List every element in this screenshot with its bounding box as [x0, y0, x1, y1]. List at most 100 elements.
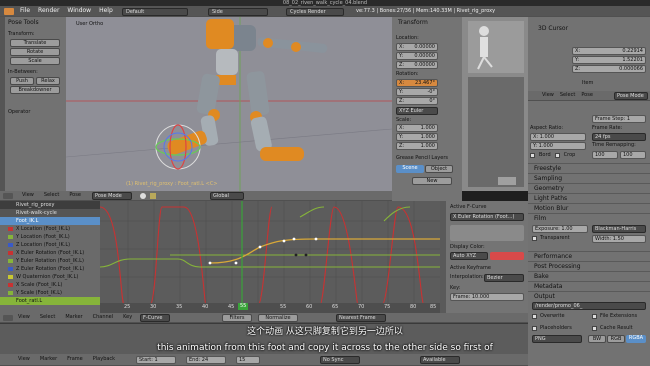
menu-view[interactable]: View [18, 356, 30, 363]
current-frame-badge[interactable]: 55 [238, 303, 249, 310]
channel-row-selected[interactable]: Foot_ratl.L [0, 297, 100, 305]
editor-type-icon[interactable] [3, 315, 13, 321]
panel-metadata[interactable]: Metadata [528, 281, 650, 291]
cursor-x-field[interactable]: X: 0.22914 [572, 47, 646, 55]
color-swatch[interactable] [490, 252, 524, 260]
mode-selector[interactable]: Pose Mode [614, 92, 648, 100]
frame-step-field[interactable]: Frame Step: 1 [592, 115, 646, 123]
rot-z-field[interactable]: Z: 0° [396, 97, 438, 105]
editor-type-icon[interactable] [4, 8, 14, 15]
loc-x-field[interactable]: X: 0.00000 [396, 43, 438, 51]
pivot-icon[interactable] [150, 193, 156, 199]
channel-row[interactable]: X Location (Foot_IK.L) [0, 225, 100, 233]
menu-playback[interactable]: Playback [93, 356, 115, 363]
breakdowner-button[interactable]: Breakdowner [10, 86, 60, 94]
channel-object[interactable]: Rivet_rig_proxy [0, 201, 100, 209]
panel-light-paths[interactable]: Light Paths [528, 193, 650, 203]
overwrite-checkbox[interactable] [532, 314, 537, 319]
render-engine-selector[interactable]: Cycles Render [286, 8, 344, 16]
panel-motion-blur[interactable]: Motion Blur [528, 203, 650, 213]
time-new-field[interactable]: 100 [620, 151, 646, 159]
channel-action[interactable]: Rivet-walk-cycle [0, 209, 100, 217]
menu-key[interactable]: Key [123, 314, 132, 321]
menu-view[interactable]: View [22, 192, 34, 199]
rotate-button[interactable]: Rotate [10, 48, 60, 56]
transparent-checkbox[interactable] [532, 236, 537, 241]
graph-area[interactable]: 25 30 35 40 45 55 55 60 65 70 75 80 85 [100, 201, 440, 313]
filters-button[interactable]: Filters [222, 314, 252, 322]
filter-select[interactable]: Blackman-Harris [592, 225, 646, 233]
new-button[interactable]: New [412, 177, 452, 185]
panel-post-processing[interactable]: Post Processing [528, 261, 650, 271]
menu-pose[interactable]: Pose [69, 192, 81, 199]
channel-row[interactable]: Z Euler Rotation (Foot_IK.L) [0, 265, 100, 273]
channel-row[interactable]: X Scale (Foot_IK.L) [0, 281, 100, 289]
frame-field[interactable]: Frame: 10.000 [450, 293, 524, 301]
panel-performance[interactable]: Performance [528, 251, 650, 261]
end-field[interactable]: End: 24 [186, 356, 226, 364]
color-mode-select[interactable]: Auto XYZ [450, 252, 488, 260]
rot-x-field[interactable]: X: 23.467° [396, 79, 438, 87]
channel-group[interactable]: Foot_IK.L [0, 217, 100, 225]
channel-row[interactable]: Y Location (Foot_IK.L) [0, 233, 100, 241]
normalize-button[interactable]: Normalize [258, 314, 298, 322]
output-path-field[interactable]: /render/promo_06_ [532, 302, 646, 310]
fcurve-name-field[interactable]: X Euler Rotation (Foot...) [450, 213, 524, 221]
keying-set-select[interactable]: Available [420, 356, 460, 364]
scale-button[interactable]: Scale [10, 57, 60, 65]
rotation-mode-select[interactable]: XYZ Euler [396, 107, 438, 115]
channel-row[interactable]: W Quaternion (Foot_IK.L) [0, 273, 100, 281]
menu-select[interactable]: Select [44, 192, 59, 199]
graph-mode-select[interactable]: F-Curve [140, 314, 170, 322]
menu-view[interactable]: View [18, 314, 30, 321]
menu-view[interactable]: View [542, 92, 554, 99]
mode-selector[interactable]: Pose Mode [92, 192, 132, 200]
orientation-selector[interactable]: Global [210, 192, 244, 200]
channel-row[interactable]: Y Scale (Foot_IK.L) [0, 289, 100, 297]
menu-select[interactable]: Select [40, 314, 55, 321]
frame-ruler[interactable]: 25 30 35 40 45 55 55 60 65 70 75 80 85 [100, 303, 440, 313]
relax-button[interactable]: Relax [36, 77, 60, 85]
menu-channel[interactable]: Channel [93, 314, 114, 321]
loc-y-field[interactable]: Y: 0.00000 [396, 52, 438, 60]
channel-row[interactable]: Y Euler Rotation (Foot_IK.L) [0, 257, 100, 265]
cursor-z-field[interactable]: Z: 0.000066 [572, 65, 646, 73]
panel-output[interactable]: Output [528, 291, 650, 301]
current-frame-field[interactable]: 15 [236, 356, 260, 364]
time-old-field[interactable]: 100 [592, 151, 618, 159]
crop-checkbox[interactable] [554, 153, 560, 158]
scale-x-field[interactable]: X: 1.000 [396, 124, 438, 132]
exposure-field[interactable]: Exposure: 1.00 [532, 225, 588, 233]
width-field[interactable]: Width: 1.50 [592, 235, 646, 243]
panel-geometry[interactable]: Geometry [528, 183, 650, 193]
fcurve-path-field[interactable] [450, 225, 524, 241]
aspect-x-field[interactable]: X: 1.000 [530, 133, 586, 141]
aspect-y-field[interactable]: Y: 1.000 [530, 142, 586, 150]
menu-marker[interactable]: Marker [40, 356, 57, 363]
fcurve-panel-tabs[interactable] [440, 201, 446, 313]
shelf-tabs[interactable] [0, 17, 5, 201]
menu-window[interactable]: Window [67, 7, 91, 15]
object-tab[interactable]: Object [425, 165, 453, 173]
scene-selector[interactable]: Side [208, 8, 268, 16]
border-checkbox[interactable] [530, 153, 535, 158]
panel-bake[interactable]: Bake [528, 271, 650, 281]
panel-film[interactable]: Film [528, 213, 650, 223]
layout-selector[interactable]: Default [122, 8, 188, 16]
sync-select[interactable]: No Sync [320, 356, 360, 364]
menu-pose[interactable]: Pose [581, 92, 593, 99]
translate-button[interactable]: Translate [10, 39, 60, 47]
menu-file[interactable]: File [20, 7, 30, 15]
loc-z-field[interactable]: Z: 0.00000 [396, 61, 438, 69]
scene-tab[interactable]: Scene [396, 165, 424, 173]
push-button[interactable]: Push [10, 77, 34, 85]
snap-select[interactable]: Nearest Frame [336, 314, 386, 322]
cursor-y-field[interactable]: Y: 1.52201 [572, 56, 646, 64]
panel-freestyle[interactable]: Freestyle [528, 163, 650, 173]
panel-sampling[interactable]: Sampling [528, 173, 650, 183]
start-field[interactable]: Start: 1 [136, 356, 176, 364]
fps-select[interactable]: 24 fps [592, 133, 646, 141]
file-ext-checkbox[interactable] [592, 314, 597, 319]
editor-type-icon[interactable] [3, 193, 13, 199]
scale-y-field[interactable]: Y: 1.000 [396, 133, 438, 141]
